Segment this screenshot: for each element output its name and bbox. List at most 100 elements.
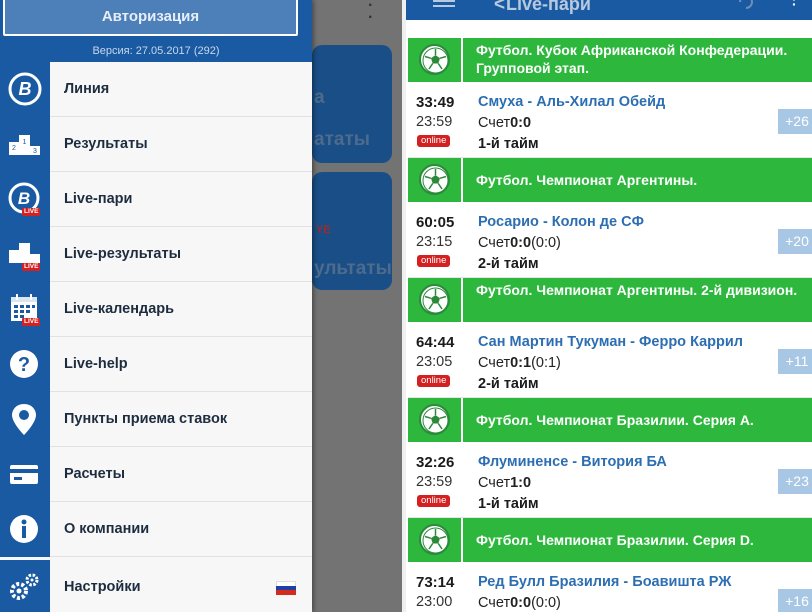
league-header[interactable]: Футбол. Чемпионат Бразилии. Серия А. — [408, 398, 812, 442]
back-arrow-icon[interactable]: < — [494, 0, 505, 16]
match-teams[interactable]: Смуха - Аль-Хилал Обейд — [478, 94, 665, 110]
league-name: Футбол. Чемпионат Бразилии. Серия А. — [476, 412, 754, 428]
soccer-ball-icon — [419, 524, 450, 555]
live-badge: LIVE — [22, 208, 41, 216]
menu-item-line[interactable]: B Линия — [0, 62, 312, 117]
background-tile-text: ататы — [314, 129, 370, 150]
match-teams[interactable]: Флуминенсе - Витория БА — [478, 454, 667, 470]
match-period: 1-й тайм — [478, 496, 539, 512]
menu-item-settings[interactable]: Настройки — [0, 560, 312, 612]
hamburger-menu-icon[interactable] — [433, 0, 455, 12]
menu-item-live-results[interactable]: LIVE Live-результаты — [0, 227, 312, 282]
match-elapsed-time: 32:26 — [416, 454, 455, 471]
online-badge: online — [417, 375, 451, 387]
menu-item-live-calendar[interactable]: LIVE Live-календарь — [0, 282, 312, 337]
league-divider — [461, 398, 463, 442]
podium-icon: 1 2 3 — [9, 135, 40, 155]
menu-item-label: Расчеты — [64, 466, 126, 482]
menu-item-label: Результаты — [64, 136, 148, 152]
league-header[interactable]: Футбол. Чемпионат Бразилии. Серия D. — [408, 518, 812, 562]
soccer-ball-icon — [419, 164, 450, 195]
match-start-time: 23:15 — [416, 234, 453, 250]
league-name: Футбол. Чемпионат Аргентины. 2-й дивизио… — [476, 282, 798, 298]
match-elapsed-time: 64:44 — [416, 334, 455, 351]
league-name: Футбол. Чемпионат Аргентины. — [476, 172, 698, 188]
background-tile-live-results: YE ультаты — [312, 172, 392, 290]
soccer-ball-icon — [419, 44, 450, 75]
match-elapsed-time: 73:14 — [416, 574, 455, 591]
score-label: Счет — [478, 475, 511, 491]
match-teams[interactable]: Сан Мартин Тукуман - Ферро Каррил — [478, 334, 743, 350]
russian-flag-icon — [276, 581, 296, 595]
refresh-icon[interactable] — [736, 0, 756, 12]
league-name: Футбол. Кубок Африканской Конфедерации. … — [476, 42, 788, 76]
left-phone-screen: · · а ататы YE ультаты Авторизация Версия… — [0, 0, 402, 612]
menu-item-label: Линия — [64, 81, 110, 97]
menu-item-label: Live-результаты — [64, 246, 181, 262]
match-score: 0:1 — [510, 355, 532, 371]
match-score: 1:0 — [510, 475, 532, 491]
more-bets-button[interactable]: +23 — [778, 469, 812, 494]
league-divider — [461, 38, 463, 82]
live-badge: LIVE — [22, 318, 41, 326]
menu-item-about[interactable]: О компании — [0, 502, 312, 557]
menu-item-bet-shops[interactable]: Пункты приема ставок — [0, 392, 312, 447]
auth-button[interactable]: Авторизация — [3, 0, 298, 36]
match-start-time: 23:05 — [416, 354, 453, 370]
location-pin-icon — [12, 404, 36, 435]
match-elapsed-time: 60:05 — [416, 214, 455, 231]
menu-divider — [50, 556, 312, 557]
info-icon — [10, 515, 38, 543]
match-elapsed-time: 33:49 — [416, 94, 455, 111]
match-row[interactable]: 32:26 23:59 online Флуминенсе - Витория БА С… — [408, 442, 812, 518]
app-bar: < Live-пари ·· — [406, 0, 812, 20]
league-divider — [461, 158, 463, 202]
score-label: Счет — [478, 355, 511, 371]
menu-item-live-bets[interactable]: B LIVE Live-пари — [0, 172, 312, 227]
more-bets-button[interactable]: +26 — [778, 109, 812, 134]
league-header[interactable]: Футбол. Чемпионат Аргентины. — [408, 158, 812, 202]
online-badge: online — [417, 135, 451, 147]
match-teams[interactable]: Росарио - Колон де СФ — [478, 214, 644, 230]
match-row[interactable]: 33:49 23:59 online Смуха - Аль-Хилал Обейд С… — [408, 82, 812, 158]
bet-logo-icon: B — [8, 72, 42, 106]
more-bets-button[interactable]: +11 — [778, 349, 812, 374]
menu-icon-cell: LIVE — [0, 282, 50, 337]
match-score: 0:0 — [510, 595, 532, 611]
match-period: 2-й тайм — [478, 256, 539, 272]
background-tile-text-top: а — [314, 87, 325, 108]
more-bets-button[interactable]: +20 — [778, 229, 812, 254]
menu-icon-cell: B LIVE — [0, 172, 50, 227]
match-row[interactable]: 73:14 23:00 Ред Булл Бразилия - Боавишта Р… — [408, 562, 812, 612]
match-teams[interactable]: Ред Булл Бразилия - Боавишта РЖ — [478, 574, 731, 590]
menu-item-payments[interactable]: Расчеты — [0, 447, 312, 502]
menu-icon-cell — [0, 502, 50, 557]
match-score: 0:0 — [510, 235, 532, 251]
background-tile-results: а ататы — [312, 45, 392, 163]
menu-item-label: Настройки — [64, 579, 141, 595]
soccer-ball-icon — [419, 284, 450, 315]
drawer-header: Авторизация Версия: 27.05.2017 (292) — [0, 0, 312, 62]
score-label: Счет — [478, 115, 511, 131]
match-row[interactable]: 60:05 23:15 online Росарио - Колон де СФ Сче… — [408, 202, 812, 278]
league-name: Футбол. Чемпионат Бразилии. Серия D. — [476, 532, 754, 548]
soccer-ball-icon — [419, 404, 450, 435]
menu-icon-cell — [0, 560, 50, 612]
online-badge: online — [417, 255, 451, 267]
more-bets-button[interactable]: +16 — [778, 589, 812, 612]
match-score-row: Счет0:0(0:0) — [478, 595, 561, 611]
match-score-row: Счет0:0(0:0) — [478, 235, 561, 251]
menu-item-label: Пункты приема ставок — [64, 411, 228, 427]
menu-item-results[interactable]: 1 2 3 Результаты — [0, 117, 312, 172]
menu-item-label: Live-календарь — [64, 301, 175, 317]
match-score-halftime: (0:1) — [531, 355, 561, 371]
league-header[interactable]: Футбол. Чемпионат Аргентины. 2-й дивизио… — [408, 278, 812, 322]
match-score-halftime: (0:0) — [531, 235, 561, 251]
match-score-row: Счет1:0 — [478, 475, 531, 491]
league-header[interactable]: Футбол. Кубок Африканской Конфедерации. … — [408, 38, 812, 82]
overflow-menu-icon[interactable]: ·· — [792, 0, 797, 11]
match-row[interactable]: 64:44 23:05 online Сан Мартин Тукуман - Фер… — [408, 322, 812, 398]
score-label: Счет — [478, 595, 511, 611]
menu-item-live-help[interactable]: ? Live-help — [0, 337, 312, 392]
menu-icon-cell — [0, 447, 50, 502]
